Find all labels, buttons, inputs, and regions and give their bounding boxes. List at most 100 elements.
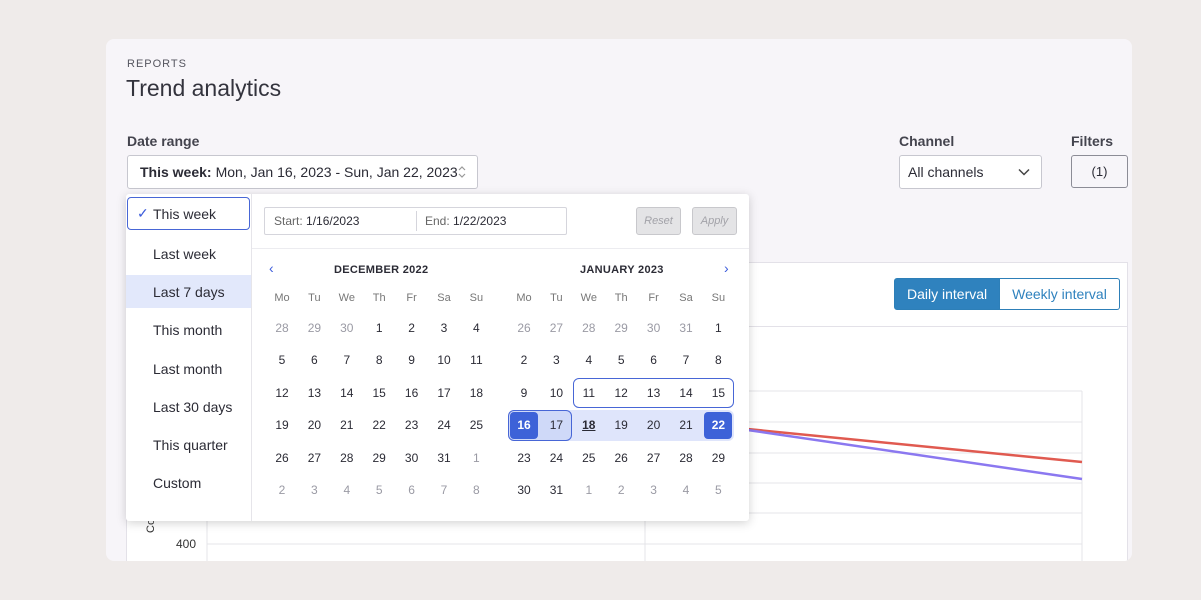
calendar-day[interactable]: 21	[670, 412, 702, 438]
calendar-day[interactable]: 30	[331, 315, 363, 341]
calendar-day[interactable]: 21	[331, 412, 363, 438]
calendar-day[interactable]: 12	[605, 380, 637, 406]
calendar-day[interactable]: 24	[428, 412, 460, 438]
preset-last-week[interactable]: Last week	[126, 237, 251, 270]
calendar-day[interactable]: 28	[266, 315, 298, 341]
calendar-day[interactable]: 6	[298, 347, 330, 373]
calendar-day[interactable]: 30	[396, 445, 428, 471]
calendar-day[interactable]: 13	[638, 380, 670, 406]
reset-button[interactable]: Reset	[636, 207, 681, 235]
calendar-day[interactable]: 11	[460, 347, 492, 373]
calendar-day[interactable]: 18	[573, 412, 605, 438]
calendar-day[interactable]: 5	[266, 347, 298, 373]
calendar-day[interactable]: 2	[396, 315, 428, 341]
preset-this-week[interactable]: ✓ This week	[127, 197, 250, 230]
calendar-day[interactable]: 31	[670, 315, 702, 341]
calendar-day[interactable]: 4	[331, 477, 363, 503]
calendar-day[interactable]: 8	[460, 477, 492, 503]
calendar-day[interactable]: 2	[605, 477, 637, 503]
calendar-day[interactable]: 19	[266, 412, 298, 438]
calendar-day[interactable]: 6	[396, 477, 428, 503]
calendar-day[interactable]: 30	[638, 315, 670, 341]
calendar-day[interactable]: 14	[670, 380, 702, 406]
calendar-day[interactable]: 20	[638, 412, 670, 438]
calendar-day[interactable]: 4	[573, 347, 605, 373]
calendar-day[interactable]: 3	[540, 347, 572, 373]
calendar-day[interactable]: 10	[540, 380, 572, 406]
calendar-day[interactable]: 10	[428, 347, 460, 373]
calendar-day[interactable]: 17	[540, 412, 572, 438]
calendar-day[interactable]: 6	[638, 347, 670, 373]
calendar-day[interactable]: 14	[331, 380, 363, 406]
preset-this-quarter[interactable]: This quarter	[126, 428, 251, 461]
calendar-day[interactable]: 7	[331, 347, 363, 373]
calendar-day[interactable]: 4	[460, 315, 492, 341]
calendar-day[interactable]: 22	[363, 412, 395, 438]
calendar-day[interactable]: 1	[573, 477, 605, 503]
calendar-day[interactable]: 27	[638, 445, 670, 471]
calendar-day[interactable]: 22	[702, 412, 734, 438]
calendar-day[interactable]: 29	[363, 445, 395, 471]
calendar-day[interactable]: 2	[266, 477, 298, 503]
calendar-day[interactable]: 29	[298, 315, 330, 341]
calendar-day[interactable]: 30	[508, 477, 540, 503]
calendar-day[interactable]: 28	[573, 315, 605, 341]
calendar-day[interactable]: 31	[428, 445, 460, 471]
calendar-day[interactable]: 29	[702, 445, 734, 471]
filters-button[interactable]: (1)	[1071, 155, 1128, 188]
calendar-day[interactable]: 9	[508, 380, 540, 406]
calendar-day[interactable]: 26	[266, 445, 298, 471]
channel-select[interactable]: All channels	[899, 155, 1042, 189]
calendar-day[interactable]: 2	[508, 347, 540, 373]
start-date-field[interactable]: Start: 1/16/2023	[274, 214, 359, 228]
calendar-day[interactable]: 31	[540, 477, 572, 503]
apply-button[interactable]: Apply	[692, 207, 737, 235]
calendar-day[interactable]: 16	[508, 412, 540, 438]
calendar-day[interactable]: 15	[702, 380, 734, 406]
calendar-day[interactable]: 27	[298, 445, 330, 471]
calendar-day[interactable]: 5	[605, 347, 637, 373]
calendar-day[interactable]: 7	[670, 347, 702, 373]
calendar-day[interactable]: 28	[670, 445, 702, 471]
calendar-day[interactable]: 3	[428, 315, 460, 341]
calendar-day[interactable]: 1	[702, 315, 734, 341]
date-range-select[interactable]: This week: Mon, Jan 16, 2023 - Sun, Jan …	[127, 155, 478, 189]
next-month-icon[interactable]: ›	[724, 260, 729, 276]
calendar-day[interactable]: 9	[396, 347, 428, 373]
calendar-day[interactable]: 26	[508, 315, 540, 341]
calendar-day[interactable]: 23	[508, 445, 540, 471]
preset-last-month[interactable]: Last month	[126, 352, 251, 385]
calendar-day[interactable]: 4	[670, 477, 702, 503]
calendar-day[interactable]: 20	[298, 412, 330, 438]
calendar-day[interactable]: 29	[605, 315, 637, 341]
calendar-day[interactable]: 11	[573, 380, 605, 406]
calendar-day[interactable]: 3	[298, 477, 330, 503]
calendar-day[interactable]: 8	[702, 347, 734, 373]
calendar-day[interactable]: 1	[460, 445, 492, 471]
calendar-day[interactable]: 8	[363, 347, 395, 373]
calendar-day[interactable]: 12	[266, 380, 298, 406]
calendar-day[interactable]: 19	[605, 412, 637, 438]
preset-last-7-days[interactable]: Last 7 days	[126, 275, 251, 308]
calendar-day[interactable]: 25	[573, 445, 605, 471]
calendar-day[interactable]: 18	[460, 380, 492, 406]
calendar-day[interactable]: 5	[363, 477, 395, 503]
calendar-day[interactable]: 23	[396, 412, 428, 438]
calendar-day[interactable]: 15	[363, 380, 395, 406]
calendar-day[interactable]: 1	[363, 315, 395, 341]
preset-custom[interactable]: Custom	[126, 466, 251, 499]
calendar-day[interactable]: 13	[298, 380, 330, 406]
end-date-field[interactable]: End: 1/22/2023	[425, 214, 506, 228]
calendar-day[interactable]: 24	[540, 445, 572, 471]
prev-month-icon[interactable]: ‹	[269, 260, 274, 276]
calendar-day[interactable]: 16	[396, 380, 428, 406]
preset-last-30-days[interactable]: Last 30 days	[126, 390, 251, 423]
calendar-day[interactable]: 28	[331, 445, 363, 471]
calendar-day[interactable]: 27	[540, 315, 572, 341]
calendar-day[interactable]: 26	[605, 445, 637, 471]
calendar-day[interactable]: 17	[428, 380, 460, 406]
preset-this-month[interactable]: This month	[126, 313, 251, 346]
calendar-day[interactable]: 5	[702, 477, 734, 503]
calendar-day[interactable]: 3	[638, 477, 670, 503]
calendar-day[interactable]: 25	[460, 412, 492, 438]
